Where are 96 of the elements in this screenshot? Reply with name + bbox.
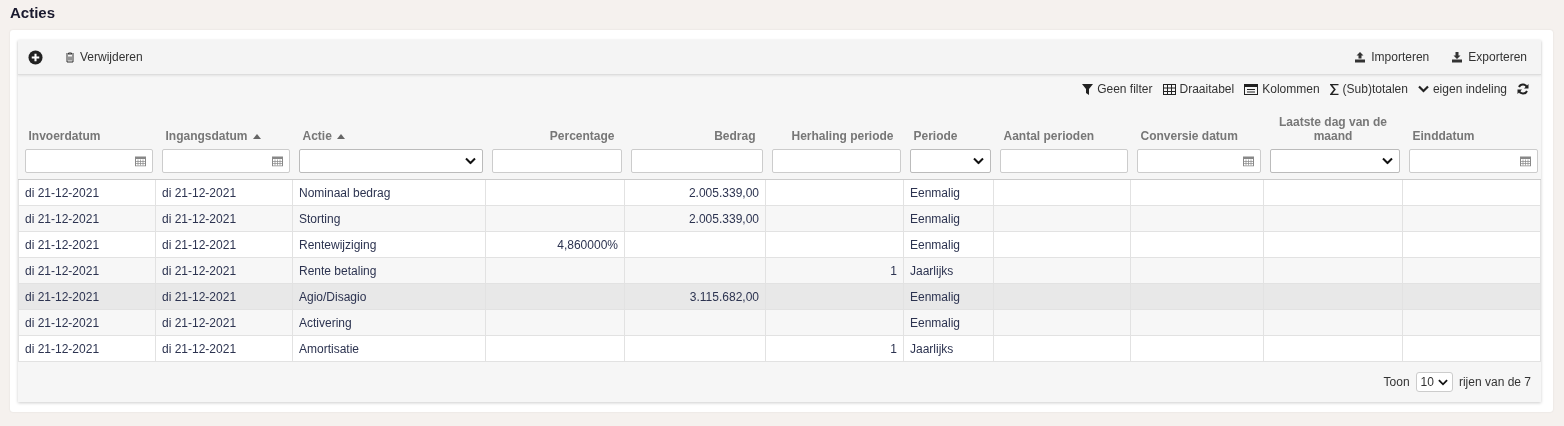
- table-cell: di 21-12-2021: [162, 237, 237, 252]
- table-row[interactable]: di 21-12-2021 di 21-12-2021 Storting 2.005.339,00 Eenmalig: [18, 205, 1541, 232]
- page-size-select[interactable]: 10: [1415, 372, 1453, 392]
- table-row[interactable]: di 21-12-2021 di 21-12-2021 Rentewijziging 4,860000% Eenmalig: [18, 231, 1541, 258]
- chevron-down-icon: [464, 157, 476, 165]
- calendar-icon[interactable]: [134, 155, 146, 167]
- column-header[interactable]: Invoerdatum: [28, 129, 101, 143]
- table-cell: Activering: [299, 315, 352, 330]
- chevron-down-icon: [1437, 378, 1448, 386]
- list-icon: [1244, 83, 1259, 95]
- table-cell: di 21-12-2021: [25, 289, 100, 304]
- column-header[interactable]: Ingangsdatum: [165, 129, 248, 143]
- table-cell: Eenmalig: [910, 289, 961, 304]
- column-header[interactable]: Herhaling periode: [791, 129, 894, 143]
- add-icon[interactable]: [28, 49, 43, 65]
- table-cell: di 21-12-2021: [25, 211, 100, 226]
- table-row[interactable]: di 21-12-2021 di 21-12-2021 Rente betaling 1 Jaarlijks: [18, 257, 1541, 284]
- table-cell: Amortisatie: [299, 341, 360, 356]
- table-cell: Storting: [299, 211, 341, 226]
- table-cell: 4,860000%: [557, 237, 618, 252]
- column-header[interactable]: Einddatum: [1412, 129, 1475, 143]
- date-filter-field[interactable]: [1408, 149, 1538, 173]
- select-filter-field[interactable]: [298, 149, 483, 173]
- delete-button[interactable]: Verwijderen: [65, 50, 143, 64]
- table-cell: Jaarlijks: [910, 263, 954, 278]
- sigma-icon: [1329, 83, 1339, 95]
- table-cell: 2.005.339,00: [688, 211, 759, 226]
- table-row[interactable]: di 21-12-2021 di 21-12-2021 Activering Eenmalig: [18, 309, 1541, 336]
- download-icon: [1451, 51, 1464, 63]
- sort-up-icon[interactable]: [252, 134, 261, 140]
- table-cell: di 21-12-2021: [25, 237, 100, 252]
- table-cell: Eenmalig: [910, 237, 961, 252]
- filter-button[interactable]: Geen filter: [1082, 81, 1153, 97]
- table-cell: 1: [890, 341, 897, 356]
- table-cell: di 21-12-2021: [25, 185, 100, 200]
- column-header[interactable]: Periode: [913, 129, 958, 143]
- row-count-label: rijen van de 7: [1458, 375, 1531, 389]
- grid-icon: [1162, 83, 1176, 95]
- table-cell: di 21-12-2021: [162, 263, 237, 278]
- table-cell: di 21-12-2021: [162, 211, 237, 226]
- table-cell: di 21-12-2021: [162, 289, 237, 304]
- table-cell: Eenmalig: [910, 315, 961, 330]
- table-cell: di 21-12-2021: [25, 341, 100, 356]
- column-header[interactable]: Aantal perioden: [1003, 129, 1095, 143]
- table-row[interactable]: di 21-12-2021 di 21-12-2021 Agio/Disagio 3.115.682,00 Eenmalig: [18, 283, 1541, 310]
- table-cell: 3.115.682,00: [689, 289, 759, 304]
- pager-label: Toon: [1383, 375, 1410, 389]
- layout-button[interactable]: eigen indeling: [1417, 81, 1507, 97]
- table-cell: Rente betaling: [299, 263, 377, 278]
- table-cell: Eenmalig: [910, 211, 961, 226]
- chevron-down-icon: [1381, 157, 1393, 165]
- table-cell: 1: [890, 263, 897, 278]
- column-header[interactable]: Percentage: [549, 129, 615, 143]
- refresh-icon: [1517, 83, 1529, 95]
- text-filter-field[interactable]: [630, 149, 763, 173]
- table-cell: di 21-12-2021: [25, 315, 100, 330]
- table-cell: di 21-12-2021: [162, 185, 237, 200]
- refresh-button[interactable]: [1517, 81, 1529, 97]
- date-filter-field[interactable]: [24, 149, 153, 173]
- import-button[interactable]: Importeren: [1354, 50, 1430, 64]
- page-title: Acties: [10, 3, 57, 23]
- select-filter-field[interactable]: [909, 149, 991, 173]
- sort-up-icon[interactable]: [336, 134, 345, 140]
- export-button[interactable]: Exporteren: [1451, 50, 1527, 64]
- date-filter-field[interactable]: [161, 149, 290, 173]
- chevron-icon: [1417, 85, 1429, 93]
- text-filter-field[interactable]: [491, 149, 622, 173]
- pivot-button[interactable]: Draaitabel: [1162, 81, 1235, 97]
- text-filter-field[interactable]: [999, 149, 1128, 173]
- table-cell: di 21-12-2021: [25, 263, 100, 278]
- column-header[interactable]: Conversie datum: [1140, 129, 1238, 143]
- column-header[interactable]: Laatste dag van de maand: [1273, 115, 1393, 143]
- totals-button[interactable]: (Sub)totalen: [1329, 81, 1408, 97]
- table-cell: di 21-12-2021: [162, 341, 237, 356]
- select-filter-field[interactable]: [1269, 149, 1400, 173]
- filter-icon: [1082, 83, 1094, 95]
- date-filter-field[interactable]: [1136, 149, 1261, 173]
- calendar-icon[interactable]: [271, 155, 283, 167]
- table-row[interactable]: di 21-12-2021 di 21-12-2021 Amortisatie 1 Jaarlijks: [18, 335, 1541, 362]
- chevron-down-icon: [972, 157, 984, 165]
- table-cell: Agio/Disagio: [299, 289, 367, 304]
- text-filter-field[interactable]: [771, 149, 901, 173]
- table-row[interactable]: di 21-12-2021 di 21-12-2021 Nominaal bedrag 2.005.339,00 Eenmalig: [18, 179, 1541, 206]
- calendar-icon[interactable]: [1242, 155, 1254, 167]
- column-header[interactable]: Actie: [302, 129, 332, 143]
- trash-icon: [65, 51, 75, 63]
- calendar-icon[interactable]: [1519, 155, 1531, 167]
- table-cell: 2.005.339,00: [688, 185, 759, 200]
- upload-icon: [1354, 51, 1367, 63]
- column-header[interactable]: Bedrag: [714, 129, 756, 143]
- columns-button[interactable]: Kolommen: [1244, 81, 1320, 97]
- table-cell: di 21-12-2021: [162, 315, 237, 330]
- table-cell: Nominaal bedrag: [299, 185, 391, 200]
- table-cell: Rentewijziging: [299, 237, 377, 252]
- table-cell: Eenmalig: [910, 185, 961, 200]
- table-cell: Jaarlijks: [910, 341, 954, 356]
